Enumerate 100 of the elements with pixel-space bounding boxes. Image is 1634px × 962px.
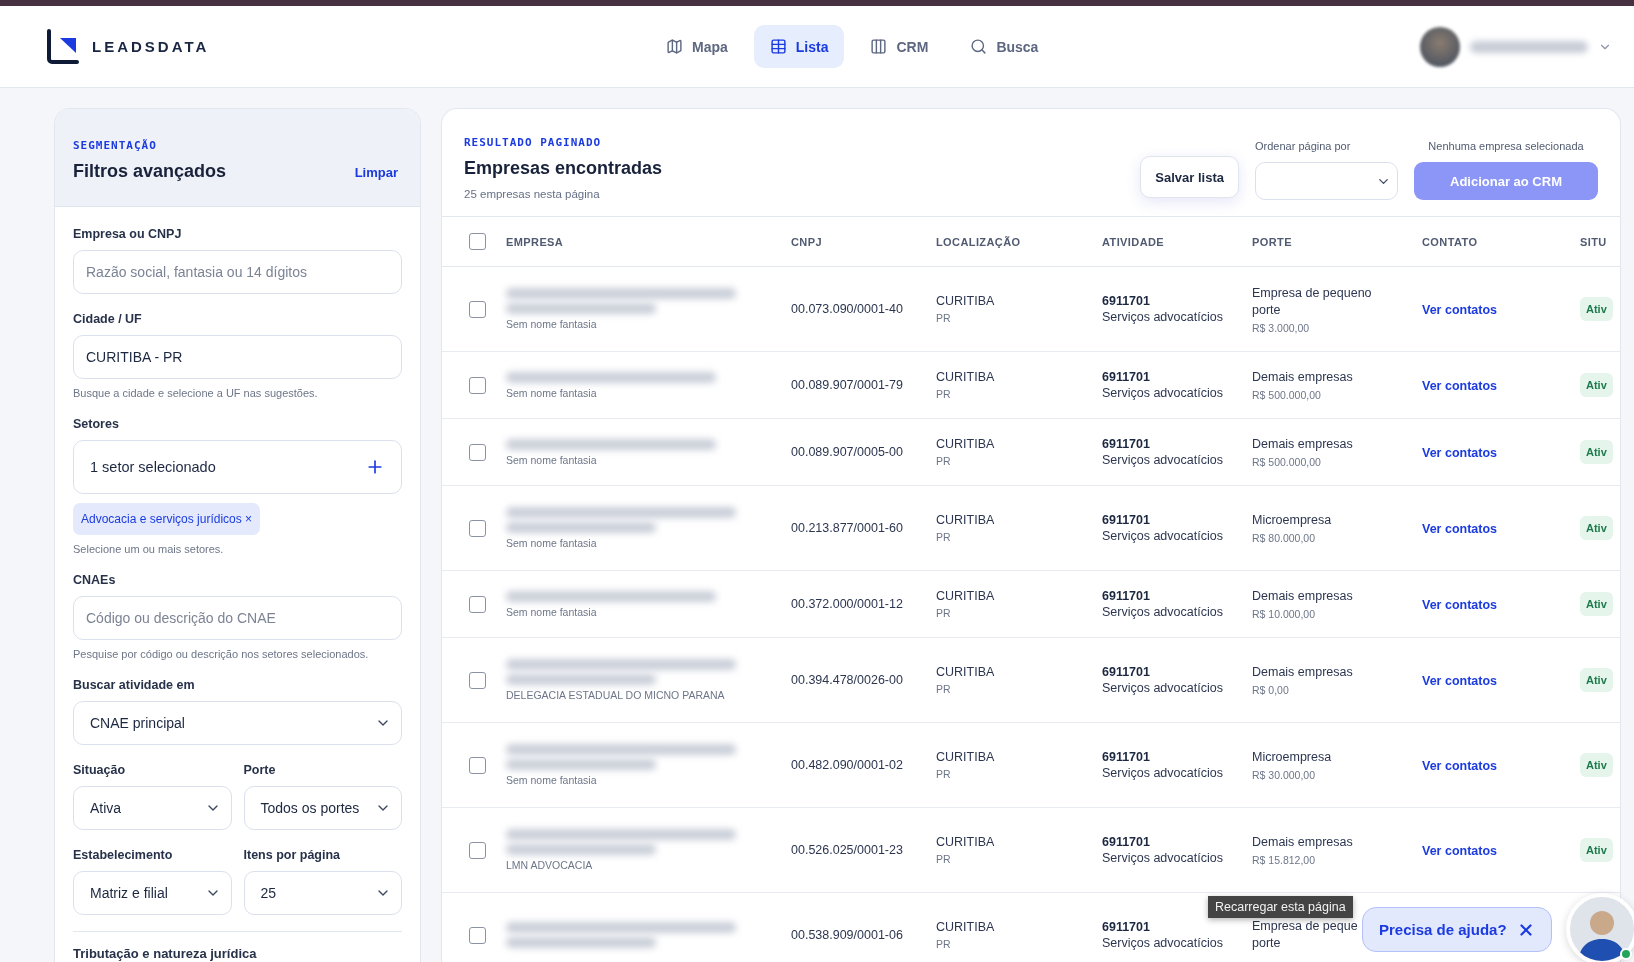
company-size: Empresa de peque porte	[1252, 917, 1359, 952]
status-badge: Ativ	[1580, 297, 1613, 321]
sector-chip[interactable]: Advocacia e serviços jurídicos ×	[73, 503, 261, 535]
column-header: ATIVIDADE	[1102, 235, 1166, 248]
row-checkbox[interactable]	[469, 595, 486, 613]
select-field[interactable]: 25	[243, 871, 402, 915]
cnpj-cell-text: 00.482.090/0001-02	[791, 758, 904, 772]
save-list-button[interactable]: Salvar lista	[1140, 156, 1239, 198]
cnpj-cell-text: 00.089.907/0001-79	[791, 378, 904, 392]
cnae-code: 6911701	[1102, 437, 1151, 451]
select-field[interactable]: Ativa	[73, 786, 232, 830]
nav-tab[interactable]: Lista	[753, 25, 845, 68]
section-eyebrow: SEGMENTAÇÃO	[73, 139, 158, 152]
row-checkbox[interactable]	[469, 671, 486, 689]
activity-text: Serviços advocatícios	[1102, 851, 1224, 865]
contacts-link[interactable]: Ver contatos	[1422, 844, 1498, 858]
state-text: PR	[936, 853, 952, 865]
activity-text: Serviços advocatícios	[1102, 386, 1224, 400]
column-header: CNPJ	[791, 235, 823, 248]
row-checkbox[interactable]	[469, 756, 486, 774]
map-icon	[666, 38, 683, 55]
state-text: PR	[936, 312, 952, 324]
column-header: CONTATO	[1422, 235, 1479, 248]
city-text: CURITIBA	[936, 370, 996, 384]
field-hint: Selecione um ou mais setores.	[73, 543, 225, 555]
column-header: LOCALIZAÇÃO	[936, 235, 1022, 248]
text-field[interactable]: Razão social, fantasia ou 14 dígitos	[73, 250, 402, 294]
row-checkbox[interactable]	[469, 300, 486, 318]
cnpj-cell-text: 00.526.025/0001-23	[791, 843, 904, 857]
logo-icon	[46, 28, 80, 65]
activity-text: Serviços advocatícios	[1102, 529, 1224, 543]
row-checkbox[interactable]	[469, 443, 486, 461]
contacts-link[interactable]: Ver contatos	[1422, 446, 1498, 460]
activity-text: Serviços advocatícios	[1102, 766, 1224, 780]
city-text: CURITIBA	[936, 437, 996, 451]
trade-name: DELEGACIA ESTADUAL DO MICNO PARANA	[506, 689, 726, 701]
state-text: PR	[936, 455, 952, 467]
cnpj-cell-text: 00.372.000/0001-12	[791, 597, 904, 611]
row-checkbox[interactable]	[469, 926, 486, 944]
city-text: CURITIBA	[936, 665, 996, 679]
text-field[interactable]: CURITIBA - PR	[73, 335, 402, 379]
nav-tab[interactable]: CRM	[854, 25, 945, 68]
row-checkbox[interactable]	[469, 519, 486, 537]
activity-text: Serviços advocatícios	[1102, 453, 1224, 467]
panel-title: Filtros avançados	[73, 161, 227, 182]
activity-text: Serviços advocatícios	[1102, 605, 1224, 619]
row-checkbox[interactable]	[469, 376, 486, 394]
help-button[interactable]: Precisa de ajuda?	[1362, 907, 1552, 952]
revenue-text: R$ 500.000,00	[1252, 388, 1322, 401]
select-field[interactable]: Matriz e filial	[73, 871, 232, 915]
city-text: CURITIBA	[936, 294, 996, 308]
column-header: SITU	[1580, 235, 1608, 248]
cnae-code: 6911701	[1102, 370, 1151, 384]
company-size: Demais empresas	[1252, 436, 1354, 454]
user-avatar[interactable]	[1420, 26, 1460, 67]
field-label: Situação	[73, 763, 127, 777]
field-label: Buscar atividade em	[73, 678, 196, 692]
city-text: CURITIBA	[936, 589, 996, 603]
city-text: CURITIBA	[936, 513, 996, 527]
status-badge: Ativ	[1580, 753, 1613, 777]
multi-select-field[interactable]: 1 setor selecionado	[73, 440, 402, 494]
state-text: PR	[936, 388, 952, 400]
select-field[interactable]: CNAE principal	[73, 701, 402, 745]
state-text: PR	[936, 683, 952, 695]
trade-name: Sem nome fantasia	[506, 605, 598, 618]
city-text: CURITIBA	[936, 835, 996, 849]
nav-tab[interactable]: Busca	[954, 25, 1055, 68]
activity-text: Serviços advocatícios	[1102, 310, 1224, 324]
field-label: CNAEs	[73, 573, 117, 587]
select-all-checkbox[interactable]	[469, 233, 486, 250]
company-size: Demais empresas	[1252, 369, 1354, 387]
trade-name: Sem nome fantasia	[506, 537, 598, 549]
company-size: Demais empresas	[1252, 664, 1354, 682]
activity-text: Serviços advocatícios	[1102, 936, 1224, 950]
revenue-text: R$ 15.812,00	[1252, 853, 1317, 866]
contacts-link[interactable]: Ver contatos	[1422, 598, 1498, 612]
section-heading: Tributação e natureza jurídica	[73, 946, 258, 961]
contacts-link[interactable]: Ver contatos	[1422, 379, 1498, 393]
cnpj-cell-text: 00.089.907/0005-00	[791, 445, 904, 459]
status-badge: Ativ	[1580, 668, 1613, 692]
cnae-code: 6911701	[1102, 513, 1151, 527]
revenue-text: R$ 500.000,00	[1252, 455, 1322, 468]
contacts-link[interactable]: Ver contatos	[1422, 759, 1498, 773]
field-label: Itens por página	[243, 848, 342, 862]
company-size: Microempresa	[1252, 512, 1333, 530]
row-checkbox[interactable]	[469, 841, 486, 859]
select-field[interactable]: Todos os portes	[243, 786, 402, 830]
company-size: Demais empresas	[1252, 834, 1354, 852]
cnpj-cell-text: 00.394.478/0026-00	[791, 673, 904, 687]
text-field[interactable]: Código ou descrição do CNAE	[73, 596, 402, 640]
contacts-link[interactable]: Ver contatos	[1422, 303, 1498, 317]
company-size: Empresa de pequeno porte	[1252, 284, 1373, 319]
search-icon	[970, 38, 988, 55]
nav-tab[interactable]: Mapa	[650, 25, 744, 68]
city-text: CURITIBA	[936, 750, 996, 764]
trade-name: Sem nome fantasia	[506, 453, 598, 466]
field-label: Setores	[73, 417, 120, 431]
contacts-link[interactable]: Ver contatos	[1422, 674, 1498, 688]
clear-link[interactable]: Limpar	[354, 165, 398, 180]
contacts-link[interactable]: Ver contatos	[1422, 522, 1498, 536]
